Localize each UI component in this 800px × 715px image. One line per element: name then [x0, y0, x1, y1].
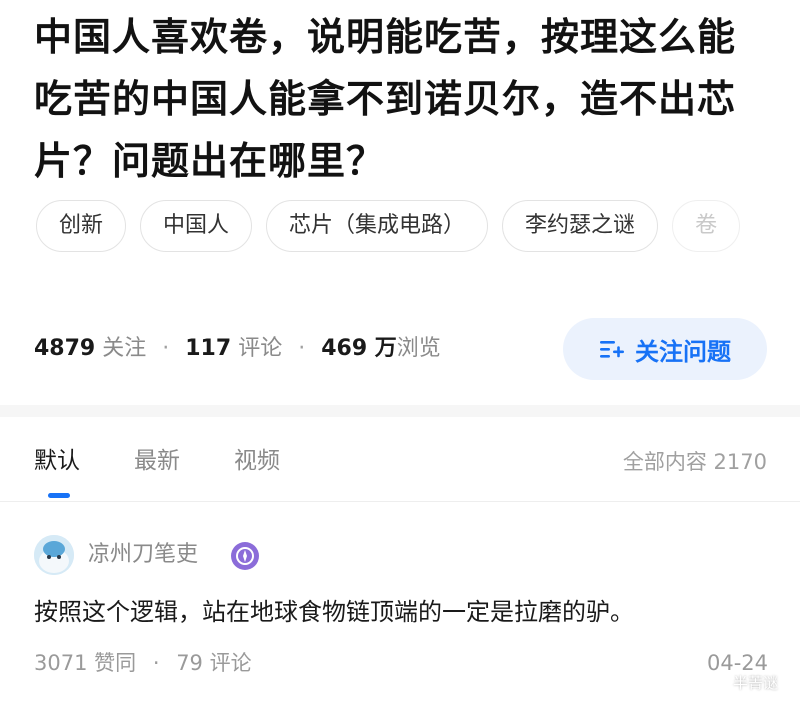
- follow-question-button[interactable]: 关注问题: [563, 318, 767, 380]
- view-count: 469 万: [321, 336, 397, 361]
- section-divider: [0, 405, 800, 417]
- active-tab-indicator: [48, 493, 70, 498]
- topic-tag[interactable]: 李约瑟之谜: [502, 200, 659, 252]
- total-content-count[interactable]: 全部内容 2170: [623, 447, 767, 477]
- tab-latest[interactable]: 最新: [134, 445, 180, 477]
- compass-badge-icon[interactable]: [231, 542, 259, 570]
- avatar[interactable]: [34, 535, 74, 575]
- stat-separator: ·: [162, 336, 170, 361]
- answer-comment-count[interactable]: 79 评论: [176, 651, 251, 675]
- question-stats: 4879 关注 · 117 评论 · 469 万浏览: [34, 333, 441, 365]
- tab-default[interactable]: 默认: [34, 445, 80, 477]
- watermark: 半菁谜: [732, 674, 778, 692]
- follow-button-label: 关注问题: [635, 337, 731, 366]
- view-label: 浏览: [396, 336, 441, 361]
- follower-label: 关注: [102, 336, 147, 361]
- follower-count: 4879: [34, 336, 96, 361]
- question-title[interactable]: 中国人喜欢卷，说明能吃苦，按理这么能吃苦的中国人能拿不到诺贝尔，造不出芯片？问题…: [34, 6, 774, 192]
- answer-meta: 3071 赞同 · 79 评论: [34, 647, 252, 679]
- meta-separator: ·: [152, 651, 160, 675]
- answer-excerpt[interactable]: 按照这个逻辑，站在地球食物链顶端的一定是拉磨的驴。: [34, 594, 634, 630]
- topic-tag[interactable]: 创新: [36, 200, 127, 252]
- question-header: 中国人喜欢卷，说明能吃苦，按理这么能吃苦的中国人能拿不到诺贝尔，造不出芯片？问题…: [0, 0, 800, 405]
- add-list-icon: [600, 341, 624, 358]
- topic-list: 创新 中国人 芯片（集成电路） 李约瑟之谜卷: [36, 200, 800, 252]
- topic-tag[interactable]: 芯片（集成电路）: [266, 200, 489, 252]
- avatar-image: [34, 535, 74, 575]
- compass-glyph: [236, 547, 254, 565]
- answer-card[interactable]: 凉州刀笔吏 按照这个逻辑，站在地球食物链顶端的一定是拉磨的驴。 3071 赞同 …: [0, 502, 800, 715]
- topic-tag[interactable]: 中国人: [140, 200, 253, 252]
- like-count[interactable]: 3071 赞同: [34, 651, 136, 675]
- topic-tag[interactable]: 卷: [672, 200, 741, 252]
- comment-label: 评论: [238, 336, 283, 361]
- stat-separator: ·: [298, 336, 306, 361]
- comment-count: 117: [185, 336, 232, 361]
- tab-video[interactable]: 视频: [234, 445, 280, 477]
- author-name[interactable]: 凉州刀笔吏: [88, 539, 198, 571]
- answer-tabs: 默认 最新 视频 全部内容 2170: [0, 417, 800, 502]
